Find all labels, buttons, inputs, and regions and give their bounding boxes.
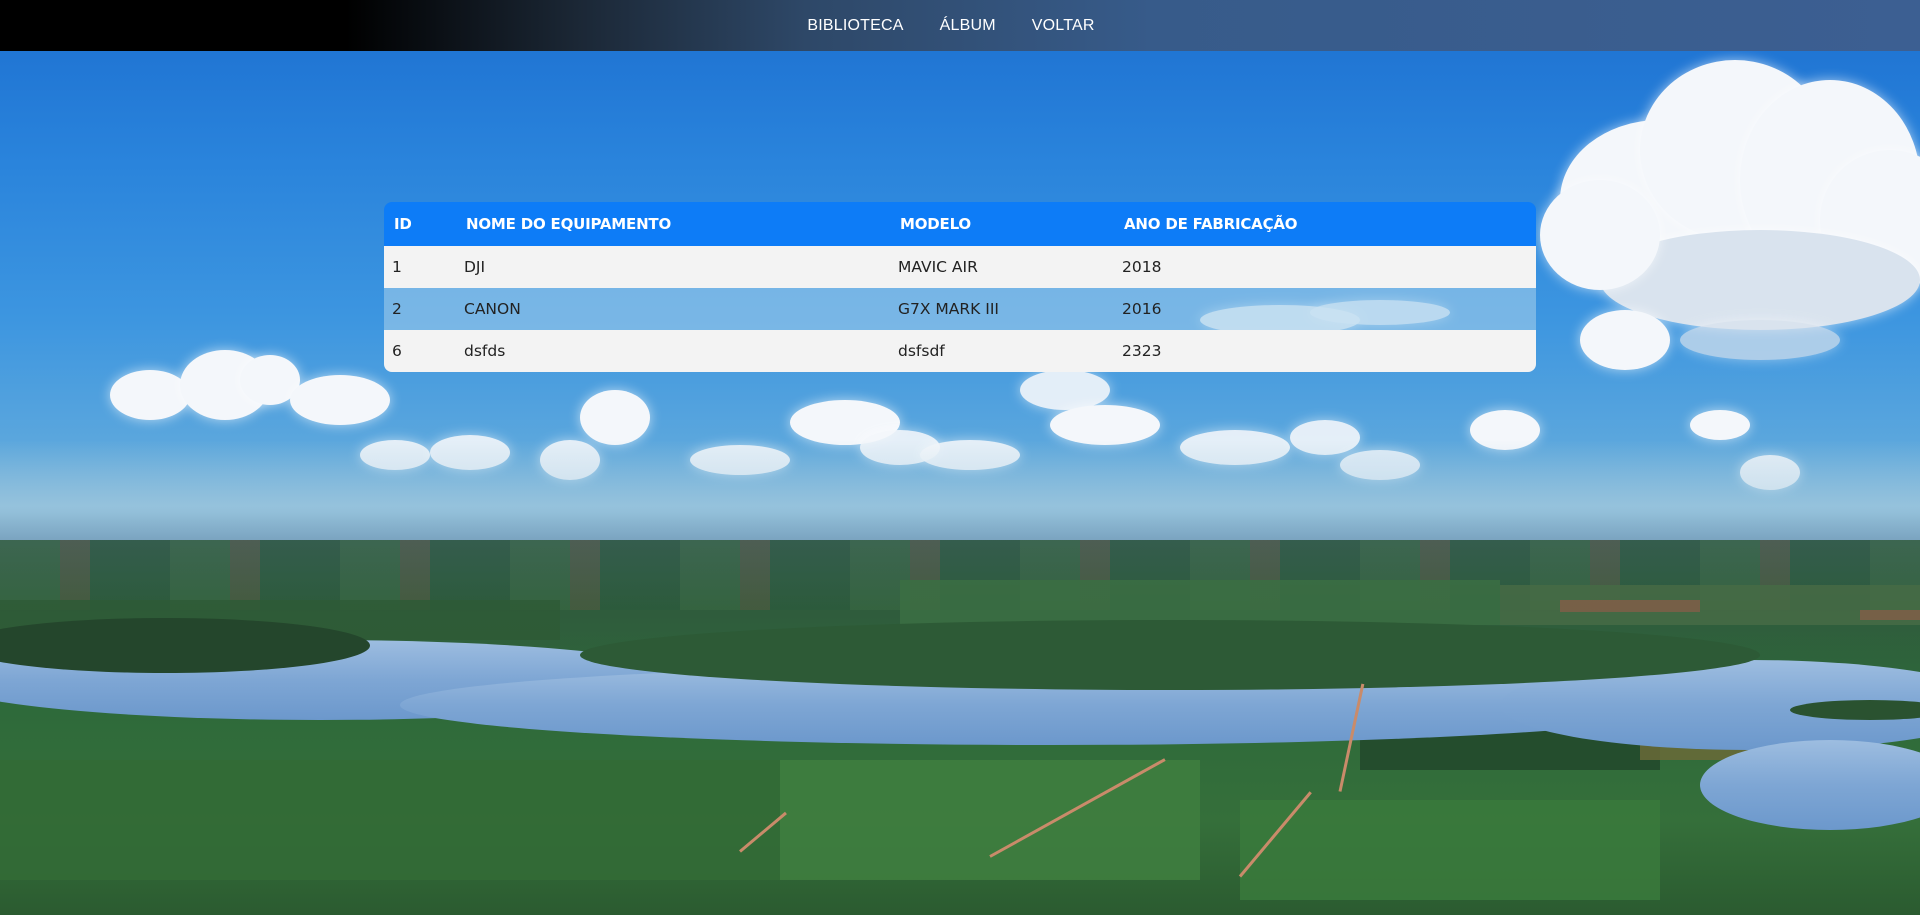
nav-link-voltar[interactable]: VOLTAR (1032, 17, 1095, 35)
table-body: 1 DJI MAVIC AIR 2018 2 CANON G7X MARK II… (384, 246, 1536, 372)
equipment-table-container: ID NOME DO EQUIPAMENTO MODELO ANO DE FAB… (384, 202, 1536, 372)
top-navbar: BIBLIOTECA ÁLBUM VOLTAR (0, 0, 1920, 51)
cell-nome: DJI (464, 258, 486, 276)
cell-modelo: dsfsdf (898, 342, 945, 360)
header-ano-fabricacao: ANO DE FABRICAÇÃO (1124, 215, 1298, 233)
header-modelo: MODELO (900, 215, 971, 233)
cell-nome: dsfds (464, 342, 506, 360)
table-header: ID NOME DO EQUIPAMENTO MODELO ANO DE FAB… (384, 202, 1536, 246)
table-row: 6 dsfds dsfsdf 2323 (384, 330, 1536, 372)
cell-nome: CANON (464, 300, 521, 318)
nav-link-album[interactable]: ÁLBUM (940, 17, 996, 35)
cell-modelo: G7X MARK III (898, 300, 999, 318)
cell-ano: 2018 (1122, 258, 1162, 276)
cell-id: 1 (392, 258, 402, 276)
header-id: ID (394, 215, 412, 233)
table-header-row: ID NOME DO EQUIPAMENTO MODELO ANO DE FAB… (384, 202, 1536, 246)
cell-id: 2 (392, 300, 402, 318)
nav-link-biblioteca[interactable]: BIBLIOTECA (807, 17, 903, 35)
header-nome-equipamento: NOME DO EQUIPAMENTO (466, 215, 672, 233)
cell-modelo: MAVIC AIR (898, 258, 978, 276)
cell-ano: 2323 (1122, 342, 1162, 360)
cell-ano: 2016 (1122, 300, 1162, 318)
table-row: 2 CANON G7X MARK III 2016 (384, 288, 1536, 330)
cell-id: 6 (392, 342, 402, 360)
background-landscape-image (0, 0, 1920, 915)
table-row: 1 DJI MAVIC AIR 2018 (384, 246, 1536, 288)
equipment-table: ID NOME DO EQUIPAMENTO MODELO ANO DE FAB… (384, 202, 1536, 372)
